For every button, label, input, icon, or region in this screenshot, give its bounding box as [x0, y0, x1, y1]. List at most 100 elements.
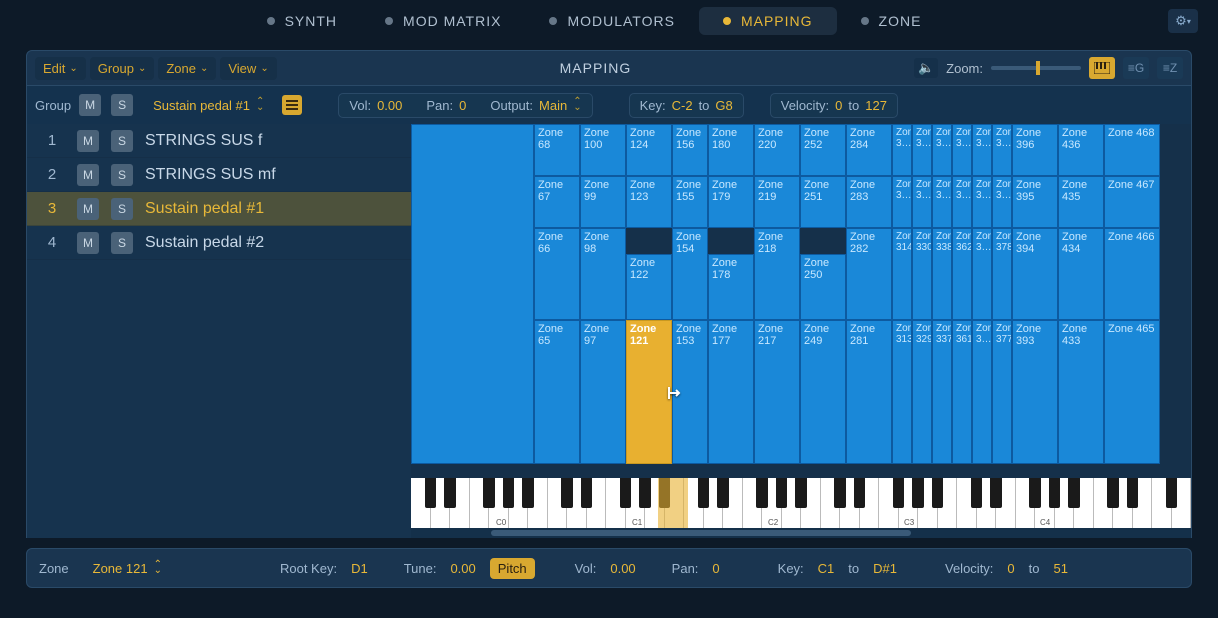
zone-key-hi[interactable]: D#1: [873, 561, 897, 576]
zone-cell[interactable]: Zone 436: [1058, 124, 1104, 176]
zone-cell[interactable]: Zone 468: [1104, 124, 1160, 176]
zone-cell[interactable]: Zone 394: [1012, 228, 1058, 320]
group-menu[interactable]: Group⌄: [90, 57, 155, 80]
zone-cell[interactable]: Zone 97: [580, 320, 626, 464]
zone-cell[interactable]: Zone 124: [626, 124, 672, 176]
zone-root-key[interactable]: D1: [351, 561, 368, 576]
black-key[interactable]: [834, 478, 846, 508]
zone-tune[interactable]: 0.00: [450, 561, 475, 576]
mute-button[interactable]: M: [77, 164, 99, 186]
zone-cell[interactable]: Zone 362: [952, 228, 972, 320]
black-key[interactable]: [756, 478, 768, 508]
tab-mapping[interactable]: MAPPING: [699, 7, 837, 35]
zone-cell[interactable]: Zone 3…: [972, 176, 992, 228]
black-key[interactable]: [522, 478, 534, 508]
view-menu[interactable]: View⌄: [220, 57, 276, 80]
tab-zone[interactable]: ZONE: [837, 7, 946, 35]
zone-cell[interactable]: Zone 177: [708, 320, 754, 464]
pitch-button[interactable]: Pitch: [490, 558, 535, 579]
zone-cell[interactable]: [411, 124, 534, 464]
zone-cell[interactable]: Zone 3…: [892, 124, 912, 176]
zone-cell[interactable]: Zone 250: [800, 254, 846, 320]
zone-cell[interactable]: Zone 3…: [932, 124, 952, 176]
zone-cell[interactable]: Zone 3…: [992, 124, 1012, 176]
zone-cell[interactable]: Zone 337: [932, 320, 952, 464]
group-vel-hi[interactable]: 127: [865, 98, 887, 113]
zone-cell[interactable]: Zone 249: [800, 320, 846, 464]
zone-cell[interactable]: Zone 153: [672, 320, 708, 464]
zone-cell[interactable]: Zone 123: [626, 176, 672, 228]
zone-cell[interactable]: Zone 467: [1104, 176, 1160, 228]
zone-cell[interactable]: Zone 121: [626, 320, 672, 464]
group-output-value[interactable]: Main: [539, 98, 567, 113]
zone-cell[interactable]: Zone 283: [846, 176, 892, 228]
zone-cell[interactable]: Zone 3…: [912, 176, 932, 228]
zone-cell[interactable]: Zone 314: [892, 228, 912, 320]
black-key[interactable]: [854, 478, 866, 508]
speaker-icon[interactable]: 🔈: [914, 58, 938, 78]
group-selector[interactable]: Sustain pedal #1 ⌃⌄: [143, 95, 274, 116]
zone-cell[interactable]: Zone 218: [754, 228, 800, 320]
zone-cell[interactable]: Zone 313: [892, 320, 912, 464]
scrollbar-thumb[interactable]: [491, 530, 911, 536]
mute-button[interactable]: M: [77, 232, 99, 254]
zone-cell[interactable]: Zone 217: [754, 320, 800, 464]
black-key[interactable]: [561, 478, 573, 508]
group-row[interactable]: 3 M S Sustain pedal #1: [27, 192, 411, 226]
group-row[interactable]: 2 M S STRINGS SUS mf: [27, 158, 411, 192]
black-key[interactable]: [425, 478, 437, 508]
black-key[interactable]: [932, 478, 944, 508]
group-mute-button[interactable]: M: [79, 94, 101, 116]
zone-cell[interactable]: Zone 377: [992, 320, 1012, 464]
group-vel-lo[interactable]: 0: [835, 98, 842, 113]
black-key[interactable]: [620, 478, 632, 508]
group-key-hi[interactable]: G8: [715, 98, 732, 113]
black-key[interactable]: [990, 478, 1002, 508]
zone-cell[interactable]: Zone 465: [1104, 320, 1160, 464]
zone-cell[interactable]: Zone 329: [912, 320, 932, 464]
black-key[interactable]: [1166, 478, 1178, 508]
zone-cell[interactable]: Zone 155: [672, 176, 708, 228]
view-zonelist-icon[interactable]: ≡Z: [1157, 57, 1183, 79]
black-key[interactable]: [1127, 478, 1139, 508]
black-key[interactable]: [971, 478, 983, 508]
black-key[interactable]: [483, 478, 495, 508]
solo-button[interactable]: S: [111, 164, 133, 186]
zone-cell[interactable]: Zone 378: [992, 228, 1012, 320]
zone-cell[interactable]: Zone 122: [626, 254, 672, 320]
zone-cell[interactable]: Zone 100: [580, 124, 626, 176]
zone-cell[interactable]: Zone 435: [1058, 176, 1104, 228]
group-solo-button[interactable]: S: [111, 94, 133, 116]
black-key[interactable]: [912, 478, 924, 508]
zoom-slider-thumb[interactable]: [1036, 61, 1040, 75]
group-key-lo[interactable]: C-2: [672, 98, 693, 113]
black-key[interactable]: [698, 478, 710, 508]
zone-cell[interactable]: Zone 434: [1058, 228, 1104, 320]
zone-cell[interactable]: Zone 98: [580, 228, 626, 320]
zone-cell[interactable]: Zone 154: [672, 228, 708, 320]
zone-cell[interactable]: Zone 395: [1012, 176, 1058, 228]
zone-cell[interactable]: Zone 433: [1058, 320, 1104, 464]
zone-pan[interactable]: 0: [712, 561, 719, 576]
black-key[interactable]: [776, 478, 788, 508]
zone-cell[interactable]: Zone 3…: [992, 176, 1012, 228]
zone-cell[interactable]: Zone 66: [534, 228, 580, 320]
mute-button[interactable]: M: [77, 130, 99, 152]
black-key[interactable]: [795, 478, 807, 508]
zone-cell[interactable]: Zone 99: [580, 176, 626, 228]
keyboard[interactable]: C0C1C2C3C4: [411, 478, 1191, 528]
zone-cell[interactable]: Zone 3…: [972, 124, 992, 176]
zone-menu[interactable]: Zone⌄: [158, 57, 216, 80]
black-key[interactable]: [1107, 478, 1119, 508]
group-vol-value[interactable]: 0.00: [377, 98, 402, 113]
zone-cell[interactable]: Zone 282: [846, 228, 892, 320]
zone-vel-hi[interactable]: 51: [1054, 561, 1068, 576]
zone-cell[interactable]: Zone 361: [952, 320, 972, 464]
black-key[interactable]: [581, 478, 593, 508]
edit-menu[interactable]: Edit⌄: [35, 57, 86, 80]
group-row[interactable]: 1 M S STRINGS SUS f: [27, 124, 411, 158]
zone-cell[interactable]: Zone 252: [800, 124, 846, 176]
tab-synth[interactable]: SYNTH: [243, 7, 361, 35]
black-key[interactable]: [1068, 478, 1080, 508]
zone-cell[interactable]: Zone 3…: [952, 176, 972, 228]
